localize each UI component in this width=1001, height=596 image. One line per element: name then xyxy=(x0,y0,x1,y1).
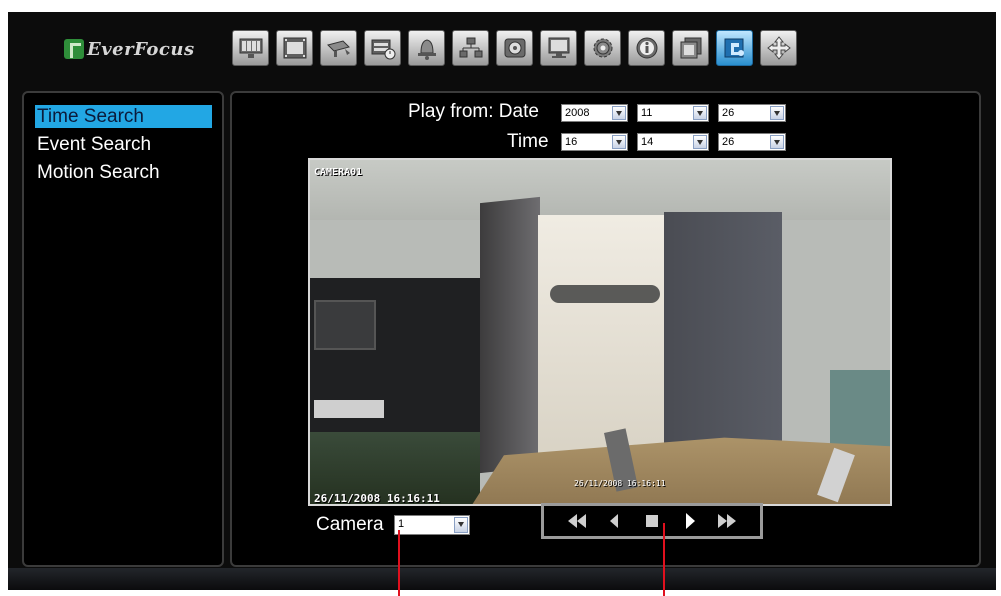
sidebar-panel: Time Search Event Search Motion Search xyxy=(22,91,224,567)
timestamp-osd: 26/11/2008 16:16:11 xyxy=(314,492,440,505)
time-minute-value: 14 xyxy=(641,136,654,148)
date-month-select[interactable]: 11 xyxy=(637,104,709,122)
chevron-down-icon[interactable] xyxy=(770,135,784,149)
time-hour-value: 16 xyxy=(565,136,578,148)
camera-title-osd: CAMERA01 xyxy=(314,167,363,178)
sidebar-item-event-search[interactable]: Event Search xyxy=(35,133,212,156)
network-icon[interactable] xyxy=(452,30,489,66)
video-right-door xyxy=(664,212,782,467)
search-icon[interactable] xyxy=(716,30,753,66)
time-label: Time xyxy=(507,131,549,152)
sidebar-item-time-search[interactable]: Time Search xyxy=(35,105,212,128)
chevron-down-icon[interactable] xyxy=(612,106,626,120)
step-back-icon[interactable] xyxy=(601,511,627,531)
move-arrows-icon[interactable] xyxy=(760,30,797,66)
chevron-down-icon[interactable] xyxy=(454,517,468,533)
date-year-select[interactable]: 2008 xyxy=(561,104,628,122)
date-year-value: 2008 xyxy=(565,107,590,119)
time-hour-select[interactable]: 16 xyxy=(561,133,628,151)
annotation-line-camera xyxy=(398,530,400,596)
playback-icon[interactable] xyxy=(276,30,313,66)
camera-label: Camera xyxy=(316,514,384,535)
camera-select[interactable]: 1 xyxy=(394,515,470,535)
video-open-door xyxy=(480,196,540,474)
video-rack-unit xyxy=(314,400,384,418)
fast-forward-icon[interactable] xyxy=(714,511,740,531)
rewind-icon[interactable] xyxy=(564,511,590,531)
date-month-value: 11 xyxy=(641,107,653,119)
chevron-down-icon[interactable] xyxy=(770,106,784,120)
toolbar-icons xyxy=(232,30,797,66)
sidebar-item-motion-search[interactable]: Motion Search xyxy=(35,161,212,184)
settings-gear-icon[interactable] xyxy=(584,30,621,66)
chevron-down-icon[interactable] xyxy=(693,106,707,120)
date-day-select[interactable]: 26 xyxy=(718,104,786,122)
video-bright-room xyxy=(538,215,666,465)
brand-logo-text: EverFocus xyxy=(87,38,195,60)
playback-controls xyxy=(541,503,763,539)
time-minute-select[interactable]: 14 xyxy=(637,133,709,151)
display-monitor-icon[interactable] xyxy=(540,30,577,66)
play-from-date-label: Play from: Date xyxy=(408,101,539,122)
stop-icon[interactable] xyxy=(639,511,665,531)
record-schedule-icon[interactable] xyxy=(364,30,401,66)
live-view-icon[interactable] xyxy=(232,30,269,66)
top-toolbar: EverFocus xyxy=(20,22,982,86)
time-second-select[interactable]: 26 xyxy=(718,133,786,151)
video-ceiling xyxy=(310,160,890,220)
annotation-line-playback xyxy=(663,523,665,596)
disk-icon[interactable] xyxy=(496,30,533,66)
play-icon[interactable] xyxy=(677,511,703,531)
video-ceiling-cameras xyxy=(550,285,660,303)
camera-select-value: 1 xyxy=(398,518,405,530)
everfocus-logo-icon xyxy=(64,39,84,59)
brand-logo: EverFocus xyxy=(64,35,195,63)
alarm-bell-icon[interactable] xyxy=(408,30,445,66)
camera-video-feed[interactable]: CAMERA01 26/11/2008 16:16:11 26/11/2008 … xyxy=(308,158,892,506)
chevron-down-icon[interactable] xyxy=(693,135,707,149)
chevron-down-icon[interactable] xyxy=(612,135,626,149)
date-day-value: 26 xyxy=(722,107,735,119)
time-second-value: 26 xyxy=(722,136,735,148)
video-crt-monitor xyxy=(314,300,376,350)
camera-icon[interactable] xyxy=(320,30,357,66)
bottom-bar xyxy=(8,568,996,590)
info-icon[interactable] xyxy=(628,30,665,66)
inner-timestamp-osd: 26/11/2008 16:16:11 xyxy=(574,479,666,488)
film-icon[interactable] xyxy=(672,30,709,66)
